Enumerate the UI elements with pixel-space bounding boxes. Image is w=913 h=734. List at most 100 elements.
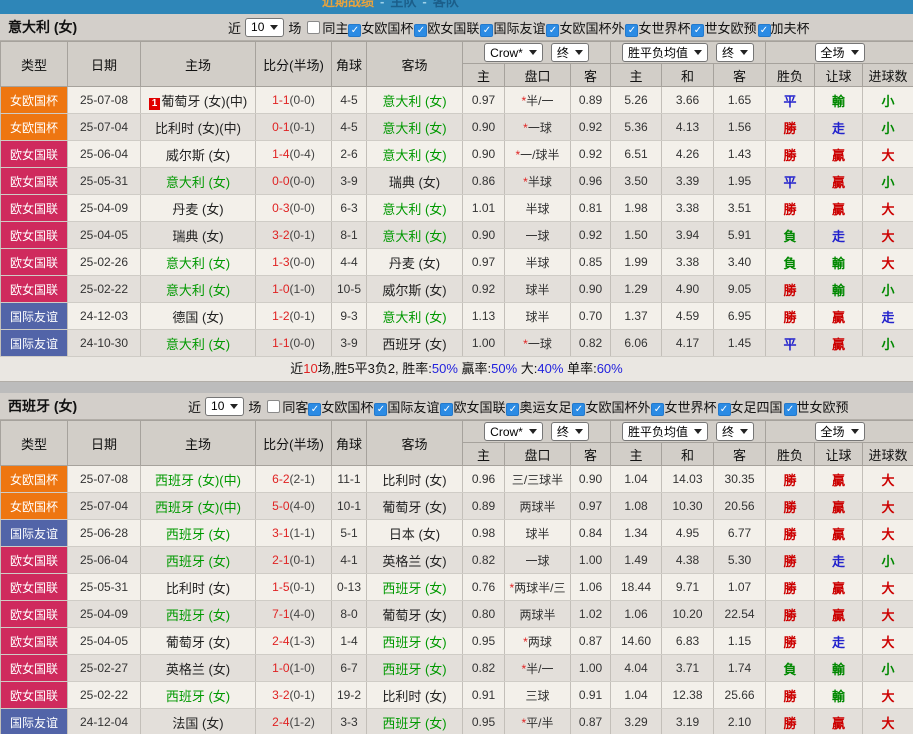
home-odds-cell: 0.95 <box>462 627 505 655</box>
summary-segment: 大: <box>517 361 538 376</box>
away-team-name: 丹麦 (女) <box>388 255 441 271</box>
near-label: 近 <box>228 20 242 36</box>
score-cell: 1-3(0-0) <box>255 248 332 276</box>
type-cell: 国际友谊 <box>0 302 68 330</box>
handicap-cell: 两球半 <box>504 492 571 520</box>
home-odds-cell: 0.98 <box>462 519 505 547</box>
col-away: 客场 <box>366 420 463 466</box>
competition-label: 女欧国杯 <box>361 20 414 36</box>
home-odds-cell: 0.90 <box>462 140 505 168</box>
competition-checkbox[interactable]: ✓ <box>374 402 388 416</box>
halftime-score: (0-0) <box>289 93 315 107</box>
odds-provider-select[interactable]: Crow* <box>484 43 543 63</box>
chevron-down-icon <box>574 49 583 55</box>
score-cell: 2-4(1-2) <box>255 708 332 734</box>
type-cell: 欧女国联 <box>0 627 68 655</box>
match-row: 欧女国联 25-02-27 英格兰 (女) 1-0(1-0) 6-7 西班牙 (女) 0.8… <box>0 654 913 682</box>
result-goals-cell: 小 <box>862 654 913 682</box>
type-cell: 欧女国联 <box>0 681 68 709</box>
result-handicap-cell: 輸 <box>814 654 864 682</box>
corner-cell: 5-1 <box>331 519 367 547</box>
handicap-cell: *一/球半 <box>504 140 571 168</box>
result-goals-cell: 大 <box>862 573 913 601</box>
match-count-select[interactable]: 10 <box>205 396 245 416</box>
nav-link[interactable]: 近期战绩 <box>322 0 374 9</box>
fulltime-score: 1-0 <box>272 661 290 675</box>
fulltime-score: 0-1 <box>272 120 290 134</box>
nav-separator: - <box>422 0 427 9</box>
date-cell: 24-10-30 <box>67 329 141 357</box>
chevron-down-icon <box>270 24 279 30</box>
nav-link[interactable]: 客队 <box>433 0 459 9</box>
handicap-text: 两球 <box>527 634 552 649</box>
result-handicap-cell: 贏 <box>814 194 864 222</box>
avg-draw-cell: 3.71 <box>661 654 715 682</box>
odds-state-select[interactable]: 终 <box>550 421 589 441</box>
competition-checkbox[interactable]: ✓ <box>651 402 665 416</box>
match-row: 国际友谊 24-10-30 意大利 (女) 1-1(0-0) 3-9 西班牙 (女) 1.0… <box>0 329 913 357</box>
halftime-score: (0-0) <box>289 336 315 350</box>
chevron-down-icon <box>850 50 859 55</box>
home-team-cell: 意大利 (女) <box>140 275 256 303</box>
avg-away-cell: 1.45 <box>713 329 767 357</box>
competition-checkbox[interactable]: ✓ <box>480 23 494 37</box>
away-team-name: 西班牙 (女) <box>382 580 447 596</box>
competition-checkbox[interactable]: ✓ <box>783 402 797 416</box>
fulltime-score: 1-1 <box>272 336 290 350</box>
avg-away-cell: 1.56 <box>713 113 767 141</box>
score-cell: 2-4(1-3) <box>255 627 332 655</box>
competition-label: 欧女国联 <box>427 20 480 36</box>
competition-checkbox[interactable]: ✓ <box>308 402 322 416</box>
home-odds-cell: 1.13 <box>462 302 505 330</box>
competition-checkbox[interactable]: ✓ <box>414 23 428 37</box>
avg-state-select[interactable]: 终 <box>716 43 755 62</box>
same-venue-checkbox[interactable] <box>267 399 281 413</box>
odds-state-select[interactable]: 终 <box>550 42 589 62</box>
competition-checkbox[interactable]: ✓ <box>546 23 560 37</box>
corner-cell: 4-5 <box>331 86 367 114</box>
away-team-name: 比利时 (女) <box>382 688 447 704</box>
competition-checkbox[interactable]: ✓ <box>625 23 639 37</box>
score-cell: 3-2(0-1) <box>255 221 332 249</box>
away-team-cell: 西班牙 (女) <box>366 708 463 734</box>
handicap-text: 平/半 <box>526 715 554 730</box>
home-team-cell: 西班牙 (女) <box>140 546 256 574</box>
col-ah-away: 客 <box>569 63 612 87</box>
avg-odds-select[interactable]: 胜平负均值 <box>622 43 709 62</box>
competition-checkbox[interactable]: ✓ <box>717 402 731 416</box>
date-cell: 25-06-28 <box>67 519 141 547</box>
handicap-text: 一/球半 <box>520 147 560 162</box>
competition-checkbox[interactable]: ✓ <box>757 23 771 37</box>
result-handicap-cell: 輸 <box>814 275 864 303</box>
match-count-select[interactable]: 10 <box>245 17 285 37</box>
halftime-score: (1-1) <box>289 526 315 540</box>
corner-cell: 3-9 <box>331 329 367 357</box>
same-venue-checkbox[interactable] <box>307 20 321 34</box>
result-wdl-cell: 平 <box>765 86 816 114</box>
competition-checkbox[interactable]: ✓ <box>348 23 362 37</box>
nav-link[interactable]: 主队 <box>390 0 416 9</box>
competition-checkbox[interactable]: ✓ <box>691 23 705 37</box>
avg-state-select[interactable]: 终 <box>716 422 755 441</box>
home-team-name: 葡萄牙 (女) <box>165 634 231 650</box>
competition-checkbox[interactable]: ✓ <box>440 402 454 416</box>
odds-provider-select[interactable]: Crow* <box>484 422 543 442</box>
halftime-score: (0-0) <box>289 201 315 215</box>
match-row: 欧女国联 25-06-04 西班牙 (女) 2-1(0-1) 4-1 英格兰 (女) 0.8… <box>0 546 913 574</box>
score-cell: 1-0(1-0) <box>255 654 332 682</box>
result-wdl-cell: 負 <box>765 248 816 276</box>
col-date: 日期 <box>67 420 141 466</box>
result-handicap-cell: 走 <box>814 627 864 655</box>
scope-select[interactable]: 全场 <box>814 43 865 62</box>
competition-checkbox[interactable]: ✓ <box>572 402 586 416</box>
avg-draw-cell: 4.26 <box>661 140 715 168</box>
avg-odds-select[interactable]: 胜平负均值 <box>622 422 709 441</box>
competition-checkbox[interactable]: ✓ <box>506 402 520 416</box>
result-goals-cell: 大 <box>862 140 913 168</box>
scope-select[interactable]: 全场 <box>814 422 865 441</box>
result-handicap-cell: 贏 <box>814 140 864 168</box>
handicap-cell: 半球 <box>504 248 571 276</box>
avg-odds-header: 胜平负均值终 <box>610 41 767 64</box>
home-team-name: 瑞典 (女) <box>172 228 224 244</box>
chevron-down-icon <box>528 429 537 435</box>
